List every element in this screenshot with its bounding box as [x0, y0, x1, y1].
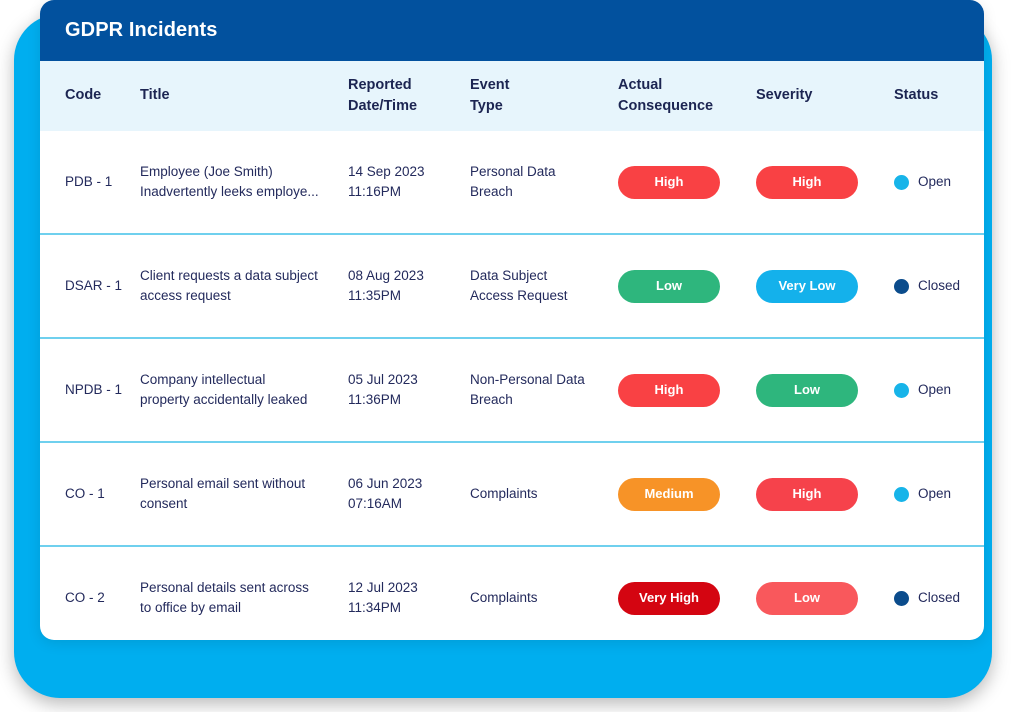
status-badge[interactable]: Open	[894, 380, 984, 400]
cell-code: CO - 2	[65, 589, 105, 605]
incidents-table: Code Title Reported Date/Time Event Type…	[40, 61, 984, 640]
cell-event-type: Data Subject Access Request	[470, 234, 618, 339]
cell-code: NPDB - 1	[40, 338, 140, 443]
column-header-status[interactable]: Status	[894, 61, 984, 131]
table-row[interactable]: PDB - 1 Employee (Joe Smith) Inadvertentl…	[40, 131, 984, 235]
table-row[interactable]: CO - 1 Personal email sent without consen…	[40, 442, 984, 547]
column-header-code[interactable]: Code	[40, 61, 140, 131]
table-row[interactable]: DSAR - 1 Client requests a data subject a…	[40, 234, 984, 339]
cell-reported-datetime: 05 Jul 2023 11:36PM	[348, 338, 470, 443]
table-header-row: Code Title Reported Date/Time Event Type…	[40, 61, 984, 131]
status-label: Closed	[918, 589, 961, 605]
column-header-severity[interactable]: Severity	[756, 61, 894, 131]
cell-code: PDB - 1	[40, 131, 140, 235]
severity-badge[interactable]: Very Low	[756, 269, 858, 303]
cell-event-type: Personal Data Breach	[470, 131, 618, 235]
status-dot-icon	[894, 590, 909, 606]
consequence-badge[interactable]: Very High	[618, 581, 720, 615]
cell-status: Closed	[894, 234, 984, 339]
cell-consequence: High	[618, 338, 756, 443]
cell-title: Employee (Joe Smith) Inadvertently leeks…	[140, 131, 348, 235]
status-label: Open	[918, 485, 952, 501]
cell-consequence: High	[618, 131, 756, 235]
status-label: Open	[918, 173, 952, 189]
column-header-consequence[interactable]: Actual Consequence	[618, 61, 756, 131]
status-dot-icon	[894, 382, 909, 398]
cell-status: Open	[894, 131, 984, 235]
cell-code: CO - 1	[40, 442, 140, 547]
table-row[interactable]: NPDB - 1 Company intellectual property ac…	[40, 338, 984, 443]
cell-severity: Very Low	[756, 234, 894, 339]
cell-consequence: Medium	[618, 442, 756, 547]
severity-badge[interactable]: High	[756, 165, 858, 199]
column-header-event-type[interactable]: Event Type	[470, 61, 618, 131]
cell-title: Personal email sent without consent	[140, 442, 348, 547]
status-badge[interactable]: Open	[894, 484, 984, 504]
cell-status: Open	[894, 442, 984, 547]
status-badge[interactable]: Closed	[894, 276, 984, 296]
status-dot-icon	[894, 174, 909, 190]
column-header-title[interactable]: Title	[140, 61, 348, 131]
consequence-badge[interactable]: High	[618, 165, 720, 199]
cell-event-type: Non-Personal Data Breach	[470, 338, 618, 443]
cell-event-type: Complaints	[470, 442, 618, 547]
cell-status: Closed	[894, 546, 984, 640]
cell-reported-datetime: 08 Aug 2023 11:35PM	[348, 234, 470, 339]
table-header: Code Title Reported Date/Time Event Type…	[40, 61, 984, 131]
cell-title: Personal details sent across to office b…	[140, 579, 309, 615]
cell-title: Client requests a data subject access re…	[140, 234, 348, 339]
cell-event-type: Complaints	[470, 589, 538, 605]
cell-status: Open	[894, 338, 984, 443]
cell-severity: High	[756, 131, 894, 235]
cell-consequence: Very High	[618, 546, 756, 640]
cell-code: DSAR - 1	[40, 234, 140, 339]
status-dot-icon	[894, 486, 909, 502]
cell-severity: Low	[756, 338, 894, 443]
severity-badge[interactable]: Low	[756, 581, 858, 615]
status-badge[interactable]: Closed	[894, 588, 984, 608]
consequence-badge[interactable]: Low	[618, 269, 720, 303]
cell-reported-datetime: 12 Jul 2023 11:34PM	[348, 579, 418, 615]
card-title-bar: GDPR Incidents	[40, 0, 984, 61]
cell-reported-datetime: 14 Sep 2023 11:16PM	[348, 131, 470, 235]
status-dot-icon	[894, 278, 909, 294]
cell-consequence: Low	[618, 234, 756, 339]
table-row[interactable]: CO - 2 Personal details sent across to of…	[40, 546, 984, 640]
cell-severity: Low	[756, 546, 894, 640]
consequence-badge[interactable]: High	[618, 373, 720, 407]
consequence-badge[interactable]: Medium	[618, 477, 720, 511]
page-title: GDPR Incidents	[65, 19, 218, 41]
cell-reported-datetime: 06 Jun 2023 07:16AM	[348, 442, 470, 547]
status-label: Open	[918, 381, 952, 397]
status-badge[interactable]: Open	[894, 172, 984, 192]
cell-title: Company intellectual property accidental…	[140, 338, 348, 443]
gdpr-incidents-card: GDPR Incidents Code Title Reported Date/…	[40, 0, 984, 640]
table-body: PDB - 1 Employee (Joe Smith) Inadvertentl…	[40, 131, 984, 640]
severity-badge[interactable]: High	[756, 477, 858, 511]
column-header-reported[interactable]: Reported Date/Time	[348, 61, 470, 131]
severity-badge[interactable]: Low	[756, 373, 858, 407]
cell-severity: High	[756, 442, 894, 547]
status-label: Closed	[918, 277, 961, 293]
